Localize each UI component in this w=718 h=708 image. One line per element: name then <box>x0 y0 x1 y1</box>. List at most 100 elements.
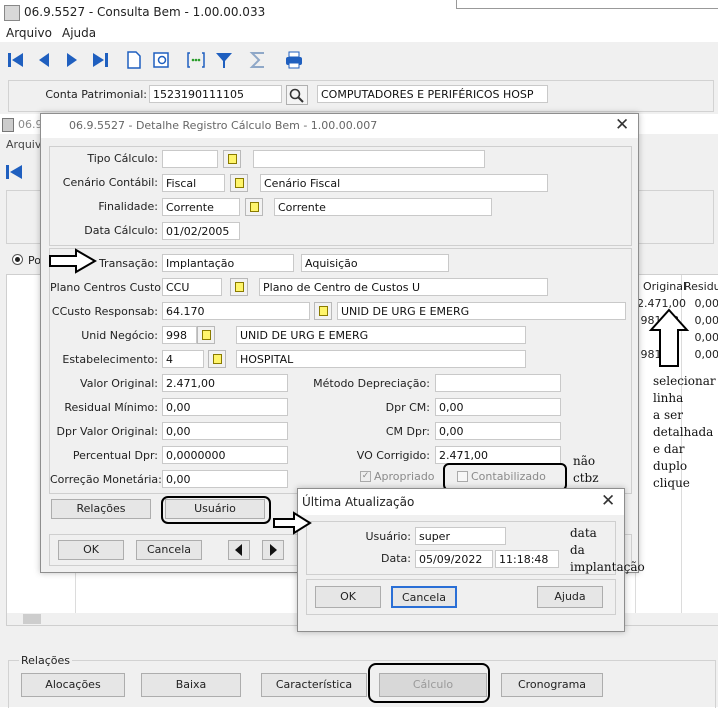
ultima-data-label: Data: <box>381 552 411 565</box>
first-record-icon[interactable] <box>6 50 26 70</box>
sum-icon[interactable] <box>248 50 268 70</box>
finalidade-description: Corrente <box>274 198 492 216</box>
next-button[interactable] <box>262 540 284 560</box>
correcao-monetaria-label: Correção Monetária: <box>50 473 162 486</box>
grid-up-arrow-icon <box>648 308 690 367</box>
tipo-calculo-lookup[interactable] <box>223 150 241 168</box>
metodo-depreciacao-field[interactable] <box>435 374 561 392</box>
plano-centros-custo-label: Plano Centros Custo: <box>50 281 165 294</box>
menu-ajuda[interactable]: Ajuda <box>62 26 96 40</box>
finalidade-field[interactable]: Corrente <box>162 198 240 216</box>
previous-icon <box>235 544 242 556</box>
relacoes-button[interactable]: Relações <box>51 499 151 519</box>
dialog-title-bar: 06.9.5527 - Detalhe Registro Cálculo Bem… <box>41 114 638 138</box>
ultima-ok-button[interactable]: OK <box>315 586 381 608</box>
cenario-contabil-field[interactable]: Fiscal <box>162 174 225 192</box>
data-calculo-label: Data Cálculo: <box>84 224 158 237</box>
percentual-dpr-field[interactable]: 0,0000000 <box>162 446 288 464</box>
dpr-cm-label: Dpr CM: <box>385 401 430 414</box>
ccusto-responsab-lookup[interactable] <box>314 302 332 320</box>
valor-original-field[interactable]: 2.471,00 <box>162 374 288 392</box>
search-icon <box>289 88 304 103</box>
conta-row: Conta Patrimonial: 1523190111105 COMPUTA… <box>8 80 714 112</box>
ultima-hora-field[interactable]: 11:18:48 <box>495 550 559 568</box>
behind-radio[interactable] <box>12 254 23 265</box>
caracteristica-button[interactable]: Característica <box>261 673 367 697</box>
dialog-cancela-button[interactable]: Cancela <box>136 540 202 560</box>
main-toolbar <box>0 44 718 76</box>
last-record-icon[interactable] <box>90 50 110 70</box>
ultima-ajuda-button[interactable]: Ajuda <box>537 586 603 608</box>
valor-original-label: Valor Original: <box>80 377 158 390</box>
app-icon <box>4 5 20 21</box>
search-document-icon[interactable] <box>152 50 172 70</box>
contabilizado-highlight <box>443 463 567 491</box>
residual-minimo-field[interactable]: 0,00 <box>162 398 288 416</box>
ultima-title-bar: Última Atualização ✕ <box>298 489 624 515</box>
tipo-calculo-field[interactable] <box>162 150 218 168</box>
new-document-icon[interactable] <box>124 50 144 70</box>
ultima-data-field[interactable]: 05/09/2022 <box>415 550 493 568</box>
correcao-monetaria-field[interactable]: 0,00 <box>162 470 288 488</box>
list-icon[interactable] <box>186 50 206 70</box>
cm-dpr-label: CM Dpr: <box>385 425 430 438</box>
ultima-usuario-field[interactable]: super <box>415 527 506 545</box>
dpr-valor-original-field[interactable]: 0,00 <box>162 422 288 440</box>
conta-patrimonial-label: Conta Patrimonial: <box>45 88 147 101</box>
ccusto-responsab-field[interactable]: 64.170 <box>162 302 310 320</box>
main-menu-bar: Arquivo Ajuda <box>0 24 718 42</box>
annotation-data-implantacao: data da implantação <box>570 526 645 574</box>
cenario-contabil-label: Cenário Contábil: <box>62 176 158 189</box>
top-right-blank-field <box>456 0 718 9</box>
menu-arquivo[interactable]: Arquivo <box>6 26 52 40</box>
cm-dpr-field[interactable]: 0,00 <box>435 422 561 440</box>
print-icon[interactable] <box>284 50 304 70</box>
cronograma-button[interactable]: Cronograma <box>501 673 603 697</box>
prev-button[interactable] <box>228 540 250 560</box>
unid-negocio-field[interactable]: 998 <box>162 326 197 344</box>
ultima-title: Última Atualização <box>302 495 415 509</box>
plano-centros-custo-field[interactable]: CCU <box>162 278 222 296</box>
previous-record-icon[interactable] <box>34 50 54 70</box>
conta-patrimonial-description: COMPUTADORES E PERIFÉRICOS HOSP <box>317 85 548 103</box>
apropriado-label: Apropriado <box>374 470 435 483</box>
data-calculo-field[interactable]: 01/02/2005 <box>162 222 240 240</box>
estabelecimento-description: HOSPITAL <box>236 350 526 368</box>
finalidade-lookup[interactable] <box>245 198 263 216</box>
alocacoes-button[interactable]: Alocações <box>21 673 125 697</box>
ultima-arrow-icon <box>273 511 312 535</box>
residual-minimo-label: Residual Mínimo: <box>64 401 158 414</box>
baixa-button[interactable]: Baixa <box>141 673 241 697</box>
apropriado-checkbox[interactable]: ✓ <box>360 471 371 482</box>
search-button[interactable] <box>286 85 308 105</box>
cenario-contabil-lookup[interactable] <box>230 174 248 192</box>
transacao-arrow-icon <box>49 248 97 274</box>
next-record-icon[interactable] <box>62 50 82 70</box>
dialog-title: 06.9.5527 - Detalhe Registro Cálculo Bem… <box>69 119 378 132</box>
ultima-cancela-button[interactable]: Cancela <box>391 586 457 608</box>
ultima-close-icon[interactable]: ✕ <box>601 491 615 511</box>
cenario-contabil-description: Cenário Fiscal <box>260 174 548 192</box>
unid-negocio-lookup[interactable] <box>197 326 215 344</box>
dpr-cm-field[interactable]: 0,00 <box>435 398 561 416</box>
conta-patrimonial-field[interactable]: 1523190111105 <box>149 85 282 103</box>
behind-window-title: 06.9 <box>18 118 43 131</box>
dialog-ok-button[interactable]: OK <box>58 540 124 560</box>
estabelecimento-label: Estabelecimento: <box>62 353 158 366</box>
filter-icon[interactable] <box>214 50 234 70</box>
estabelecimento-field[interactable]: 4 <box>162 350 204 368</box>
metodo-depreciacao-label: Método Depreciação: <box>313 377 430 390</box>
percentual-dpr-label: Percentual Dpr: <box>72 449 158 462</box>
transacao-description: Aquisição <box>301 254 449 272</box>
close-icon[interactable]: ✕ <box>615 115 629 135</box>
calculo-highlight <box>368 663 490 703</box>
estabelecimento-lookup[interactable] <box>208 350 226 368</box>
behind-first-record-icon[interactable] <box>4 162 26 182</box>
transacao-field[interactable]: Implantação <box>162 254 294 272</box>
grid-header-original: Original <box>643 280 687 293</box>
plano-centros-custo-lookup[interactable] <box>230 278 248 296</box>
vo-corrigido-field[interactable]: 2.471,00 <box>435 446 561 464</box>
main-window-title: 06.9.5527 - Consulta Bem - 1.00.00.033 <box>24 5 266 19</box>
annotation-nao-ctbz: não ctbz <box>573 454 599 485</box>
usuario-highlight <box>161 496 271 524</box>
